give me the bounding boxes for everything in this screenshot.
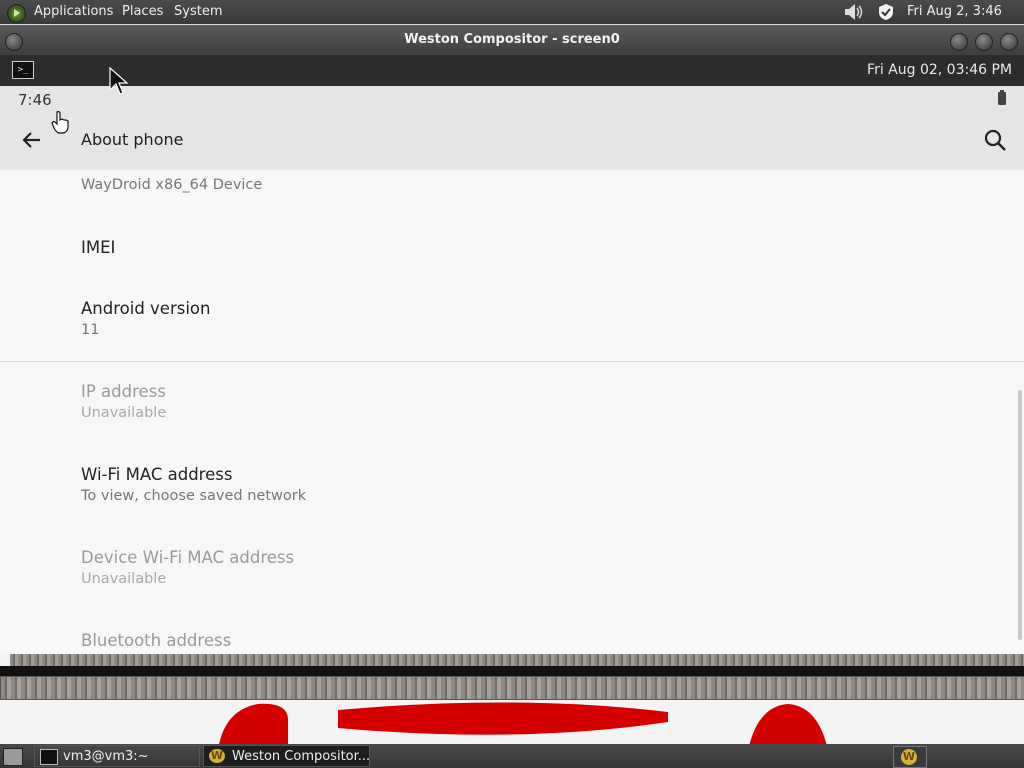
item-summary: Unavailable: [81, 571, 167, 587]
item-summary: To view, choose saved network: [81, 488, 307, 504]
search-icon[interactable]: [981, 126, 1009, 154]
hand-pointer-icon: [51, 111, 69, 134]
item-title: Bluetooth address: [81, 631, 232, 650]
item-summary: 11: [81, 322, 100, 338]
desktop-background: [0, 654, 1024, 744]
weston-icon: W: [209, 749, 225, 763]
back-arrow-icon[interactable]: [18, 126, 46, 154]
android-status-bar: 7:46: [0, 86, 1024, 118]
list-item-bluetooth-address[interactable]: Bluetooth address: [81, 631, 231, 650]
item-title: IMEI: [81, 238, 116, 257]
list-item-imei[interactable]: IMEI: [81, 238, 115, 257]
minimize-button[interactable]: [950, 33, 968, 51]
close-button[interactable]: [1000, 33, 1018, 51]
list-item-ip-address[interactable]: IP address Unavailable: [81, 382, 166, 421]
item-summary: Unavailable: [81, 405, 167, 421]
item-title: Android version: [81, 299, 211, 318]
places-menu[interactable]: Places: [122, 0, 163, 24]
item-summary: WayDroid x86_64 Device: [81, 177, 263, 193]
weston-panel: >_ Fri Aug 02, 03:46 PM: [0, 55, 1024, 86]
show-desktop-icon[interactable]: [3, 748, 23, 766]
list-item-wifi-mac[interactable]: Wi-Fi MAC address To view, choose saved …: [81, 465, 306, 504]
task-terminal[interactable]: vm3@vm3:~: [34, 745, 200, 767]
weston-clock: Fri Aug 02, 03:46 PM: [867, 62, 1012, 78]
terminal-icon: [40, 749, 58, 765]
terminal-icon[interactable]: >_: [12, 61, 34, 79]
item-title: Device Wi-Fi MAC address: [81, 548, 295, 567]
status-time: 7:46: [18, 91, 52, 109]
task-weston[interactable]: W Weston Compositor...: [203, 745, 370, 767]
noise-stripe: [10, 654, 1024, 666]
tray-weston[interactable]: W: [893, 746, 927, 768]
maximize-button[interactable]: [975, 33, 993, 51]
battery-icon: [998, 90, 1006, 105]
android-screen: 7:46 About phone Model WayDroid x86_64 D…: [0, 86, 1024, 654]
panel-clock[interactable]: Fri Aug 2, 3:46 PM: [907, 0, 1024, 43]
item-title: IP address: [81, 382, 166, 401]
task-label: Weston Compositor...: [232, 749, 370, 764]
wallpaper-shape: [219, 702, 827, 744]
list-item-android-version[interactable]: Android version 11: [81, 299, 210, 338]
scrollbar-thumb[interactable]: [1018, 390, 1022, 640]
volume-icon[interactable]: [843, 3, 865, 21]
list-item-device-wifi-mac[interactable]: Device Wi-Fi MAC address Unavailable: [81, 548, 294, 587]
item-title: Wi-Fi MAC address: [81, 465, 233, 484]
black-band: [0, 666, 1024, 676]
weston-icon: W: [901, 749, 917, 765]
system-menu[interactable]: System: [174, 0, 222, 24]
window-title: Weston Compositor - screen0: [404, 32, 620, 47]
section-divider: [0, 361, 1024, 362]
task-label: vm3@vm3:~: [63, 749, 149, 764]
noise-stripe: [0, 676, 1024, 700]
bottom-taskbar: vm3@vm3:~ W Weston Compositor... W: [0, 744, 1024, 768]
page-title: About phone: [81, 130, 184, 149]
applications-menu[interactable]: Applications: [34, 0, 113, 24]
window-titlebar[interactable]: Weston Compositor - screen0: [0, 25, 1024, 55]
security-shield-icon[interactable]: [877, 3, 895, 21]
app-bar: About phone: [0, 118, 1024, 170]
applications-menu-icon[interactable]: [7, 4, 26, 23]
top-panel: Applications Places System Fri Aug 2, 3:…: [0, 0, 1024, 43]
window-menu-button[interactable]: [5, 33, 23, 51]
mouse-pointer-icon: [109, 66, 128, 95]
